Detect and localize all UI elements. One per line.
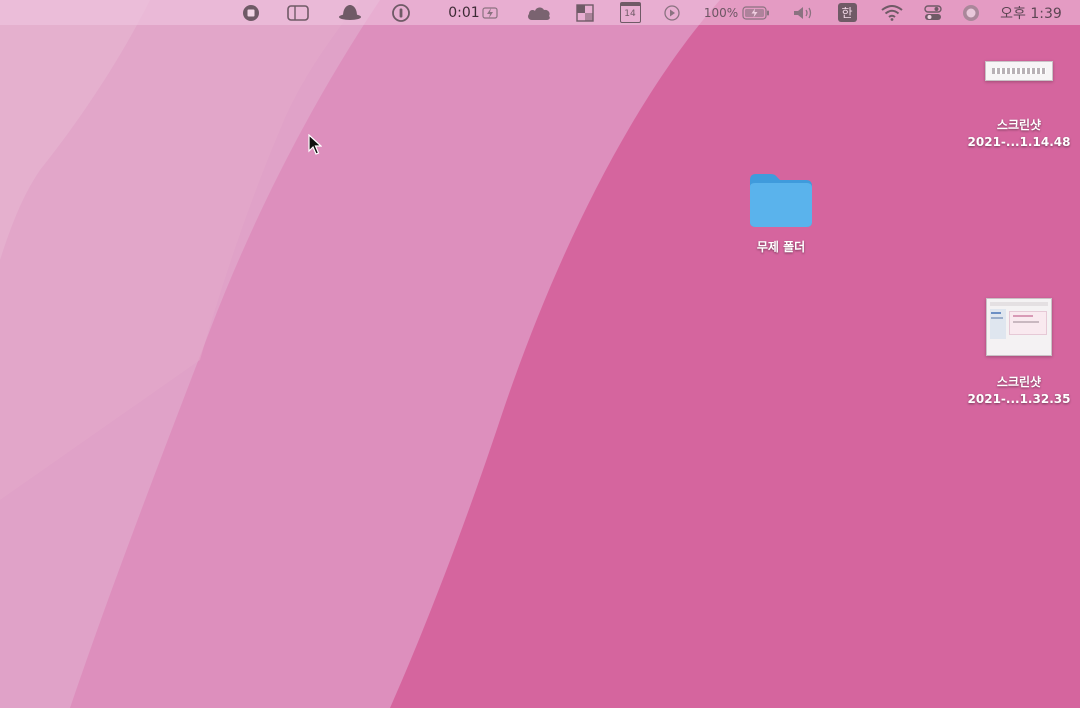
korean-input-icon[interactable]: 한	[836, 0, 858, 25]
mouse-pointer-icon	[308, 133, 323, 160]
wifi-icon[interactable]	[880, 0, 904, 25]
siri-icon[interactable]	[960, 0, 982, 25]
volume-icon[interactable]	[790, 0, 816, 25]
record-stop-icon[interactable]	[240, 0, 262, 25]
input-source-label: 한	[841, 6, 853, 20]
timer-status[interactable]: 0:01	[444, 0, 504, 25]
window-switcher-icon[interactable]	[286, 0, 310, 25]
menu-bar: 0:01 14 100% 한 오후 1:39	[0, 0, 1080, 25]
desktop-item-folder[interactable]: 무제 폴더	[735, 170, 827, 256]
item-name-line-2: 2021-...1.32.35	[967, 392, 1071, 406]
item-name-line-1: 스크린샷	[996, 375, 1042, 389]
folder-name: 무제 폴더	[756, 240, 806, 254]
screenshot-thumbnail	[986, 298, 1052, 356]
calendar-day: 14	[624, 9, 636, 19]
play-icon[interactable]	[661, 0, 683, 25]
desktop-item-screenshot-1[interactable]: 스크린샷 2021-...1.14.48	[960, 52, 1078, 151]
password-manager-icon[interactable]	[390, 0, 412, 25]
battery-percent: 100%	[703, 5, 739, 20]
calendar-icon[interactable]: 14	[618, 0, 642, 25]
desktop-item-screenshot-2[interactable]: 스크린샷 2021-...1.32.35	[960, 298, 1078, 408]
hat-icon[interactable]	[337, 0, 363, 25]
control-center-icon[interactable]	[922, 0, 944, 25]
timer-text: 0:01	[448, 4, 480, 21]
clock-text: 오후 1:39	[1000, 5, 1062, 22]
item-name-line-2: 2021-...1.14.48	[967, 135, 1071, 149]
battery-charging-bolt-icon	[482, 6, 500, 20]
cloud-icon[interactable]	[525, 0, 553, 25]
desktop-wallpaper	[0, 0, 1080, 708]
battery-status[interactable]: 100%	[700, 0, 774, 25]
battery-icon	[742, 5, 770, 20]
tiles-icon[interactable]	[574, 0, 596, 25]
item-name-line-1: 스크린샷	[996, 118, 1042, 132]
folder-icon	[747, 170, 815, 230]
screenshot-thumbnail	[985, 61, 1053, 81]
menubar-clock[interactable]: 오후 1:39	[992, 0, 1070, 25]
